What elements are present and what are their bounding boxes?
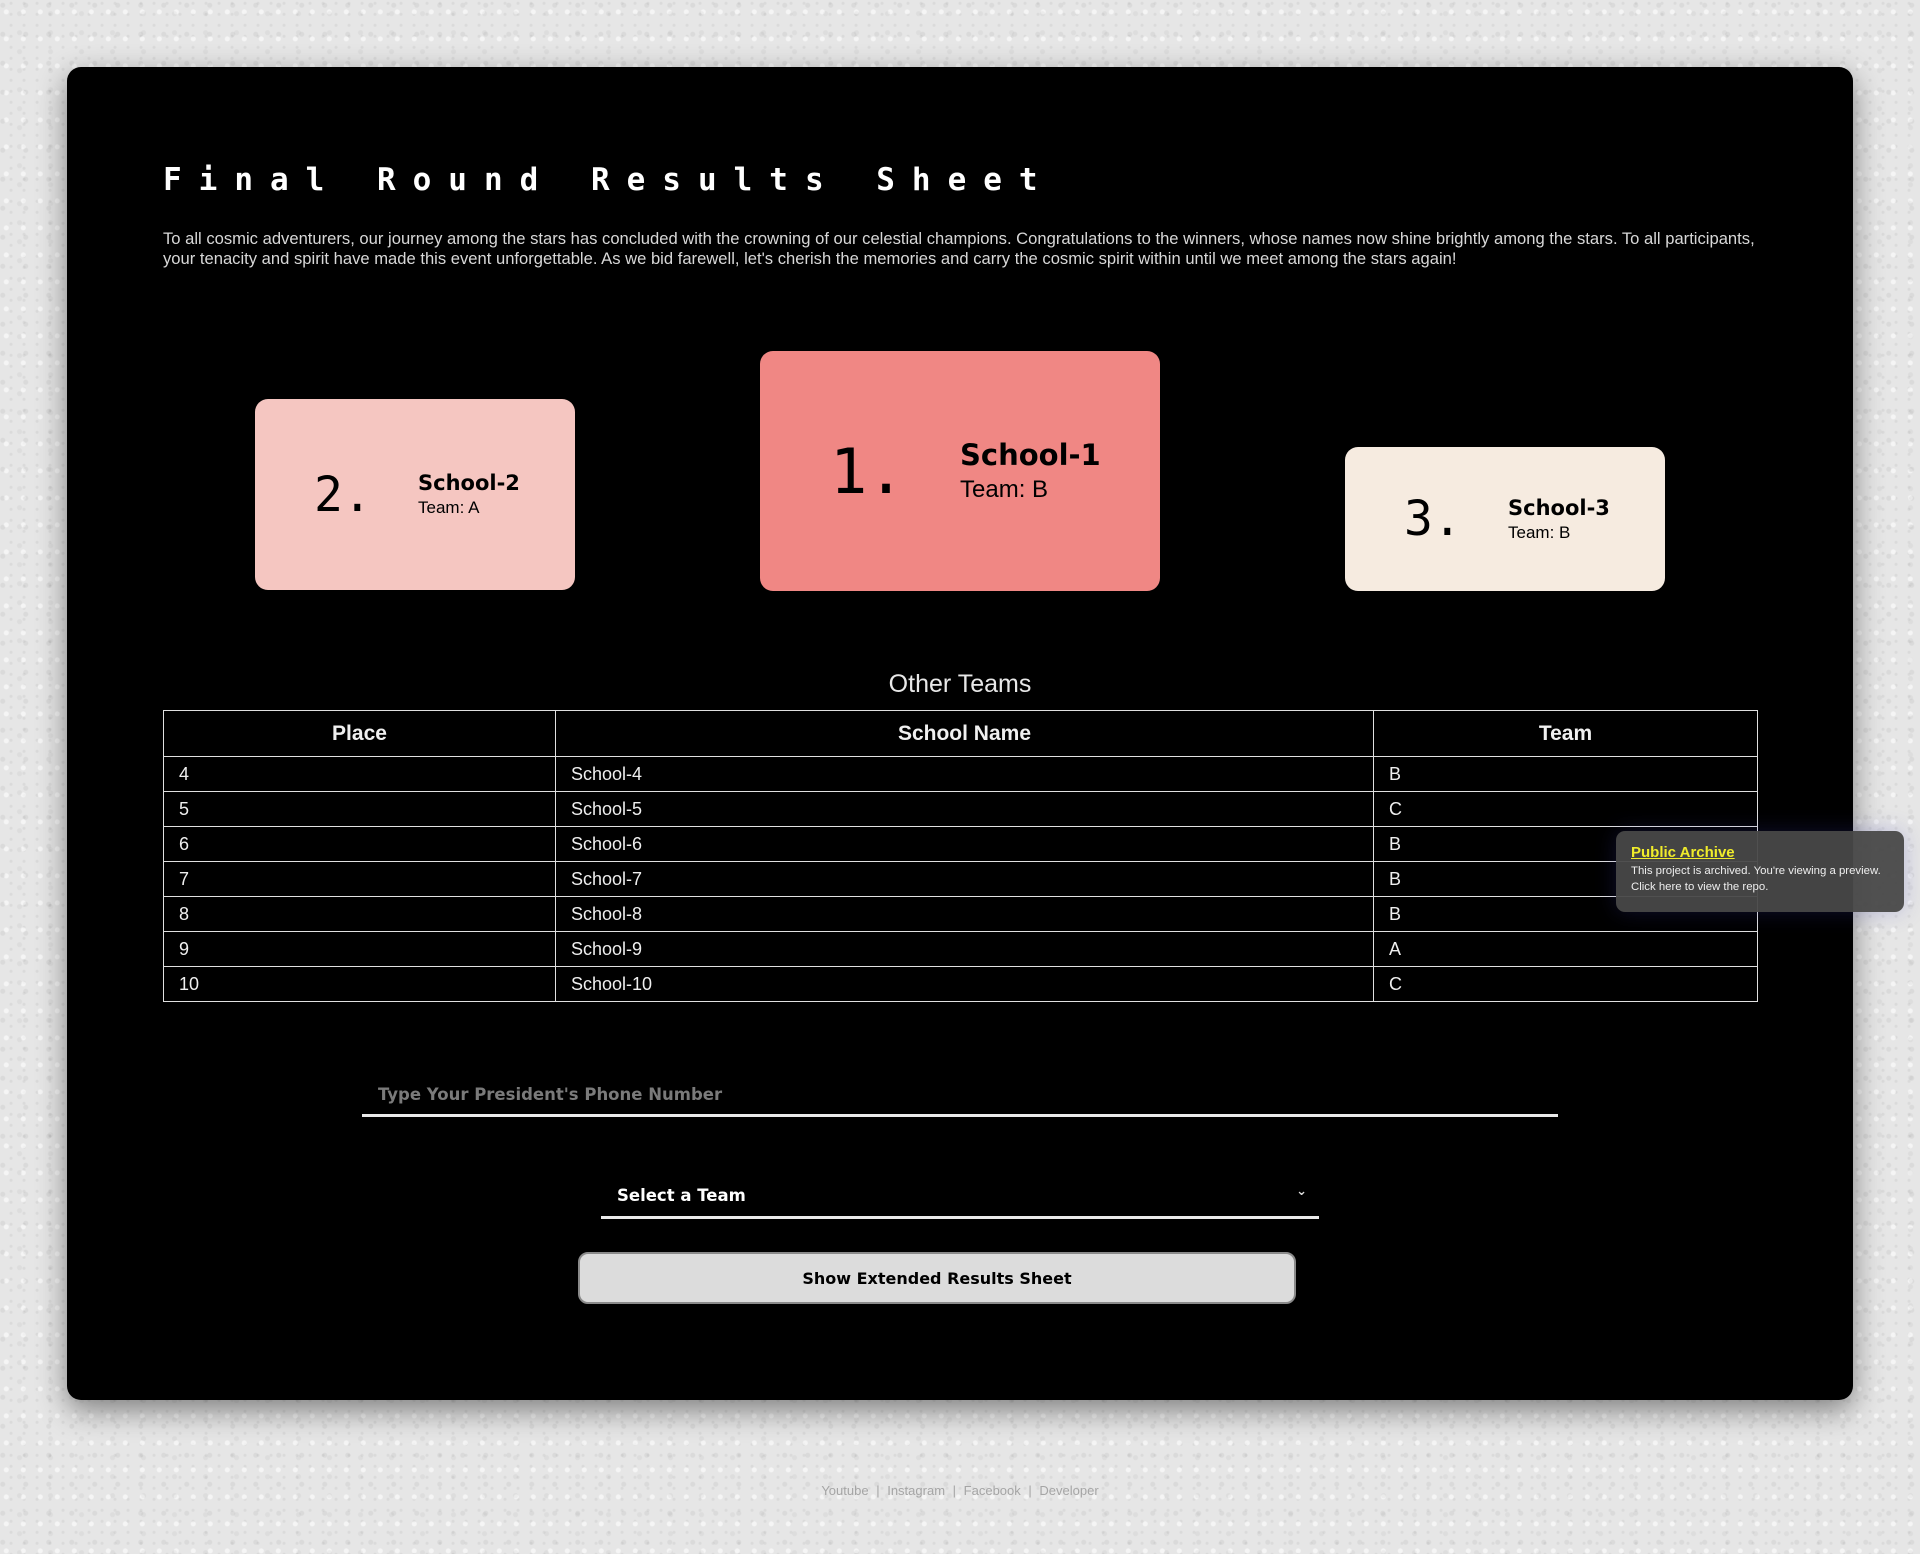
developer-link[interactable]: Developer (1039, 1483, 1098, 1498)
place-number: 3. (1404, 491, 1462, 547)
cell-school: School-7 (555, 861, 1374, 897)
show-extended-results-button[interactable]: Show Extended Results Sheet (578, 1252, 1296, 1304)
cell-place: 7 (163, 861, 556, 897)
team-select-value: Select a Team (617, 1185, 746, 1205)
first-place-card: 1. School-1 Team: B (760, 351, 1160, 591)
cell-team: B (1373, 756, 1758, 792)
footer-separator: | (876, 1483, 880, 1498)
archive-description: This project is archived. You're viewing… (1631, 865, 1881, 893)
cell-school: School-6 (555, 826, 1374, 862)
team-label: Team: A (418, 498, 480, 517)
footer-separator: | (952, 1483, 957, 1498)
cell-place: 4 (163, 756, 556, 792)
cell-team: C (1373, 966, 1758, 1002)
table-row: 8 School-8 B (163, 896, 1758, 932)
cell-school: School-5 (555, 791, 1374, 827)
third-place-card: 3. School-3 Team: B (1345, 447, 1665, 591)
cell-place: 8 (163, 896, 556, 932)
cell-school: School-10 (555, 966, 1374, 1002)
cell-place: 10 (163, 966, 556, 1002)
table-row: 6 School-6 B (163, 826, 1758, 862)
cell-place: 9 (163, 931, 556, 967)
cell-school: School-9 (555, 931, 1374, 967)
school-name: School-2 (418, 471, 520, 495)
footer-separator: | (1028, 1483, 1032, 1498)
header-team: Team (1373, 710, 1758, 757)
intro-text: To all cosmic adventurers, our journey a… (163, 229, 1755, 268)
table-row: 10 School-10 C (163, 966, 1758, 1002)
cell-school: School-8 (555, 896, 1374, 932)
other-teams-heading: Other Teams (888, 670, 1032, 698)
cell-place: 6 (163, 826, 556, 862)
table-header-row: Place School Name Team (163, 710, 1758, 757)
place-number: 1. (830, 434, 905, 508)
card-info: School-2 Team: A (418, 471, 520, 518)
footer-links: Youtube | Instagram | Facebook | Develop… (0, 1483, 1920, 1498)
public-archive-notice[interactable]: Public Archive This project is archived.… (1616, 831, 1904, 912)
second-place-card: 2. School-2 Team: A (255, 399, 575, 590)
header-school-name: School Name (555, 710, 1374, 757)
card-info: School-1 Team: B (960, 438, 1101, 504)
archive-title-link[interactable]: Public Archive (1631, 844, 1889, 861)
school-name: School-1 (960, 438, 1101, 472)
table-row: 7 School-7 B (163, 861, 1758, 897)
team-select[interactable]: Select a Team ⌄ (601, 1174, 1319, 1219)
other-teams-table: Place School Name Team 4 School-4 B 5 Sc… (163, 710, 1758, 1002)
phone-number-input[interactable] (362, 1074, 1558, 1117)
results-panel: Final Round Results Sheet To all cosmic … (67, 67, 1853, 1400)
instagram-link[interactable]: Instagram (887, 1483, 945, 1498)
card-info: School-3 Team: B (1508, 496, 1610, 543)
school-name: School-3 (1508, 495, 1610, 520)
table-row: 5 School-5 C (163, 791, 1758, 827)
team-label: Team: B (960, 476, 1049, 503)
table-row: 9 School-9 A (163, 931, 1758, 967)
cell-school: School-4 (555, 756, 1374, 792)
team-label: Team: B (1508, 522, 1571, 542)
page-title: Final Round Results Sheet (163, 162, 1055, 198)
cell-team: A (1373, 931, 1758, 967)
chevron-down-icon: ⌄ (1296, 1184, 1307, 1199)
table-row: 4 School-4 B (163, 756, 1758, 792)
youtube-link[interactable]: Youtube (821, 1483, 868, 1498)
place-number: 2. (314, 466, 372, 523)
facebook-link[interactable]: Facebook (964, 1483, 1021, 1498)
cell-place: 5 (163, 791, 556, 827)
cell-team: C (1373, 791, 1758, 827)
header-place: Place (163, 710, 556, 757)
